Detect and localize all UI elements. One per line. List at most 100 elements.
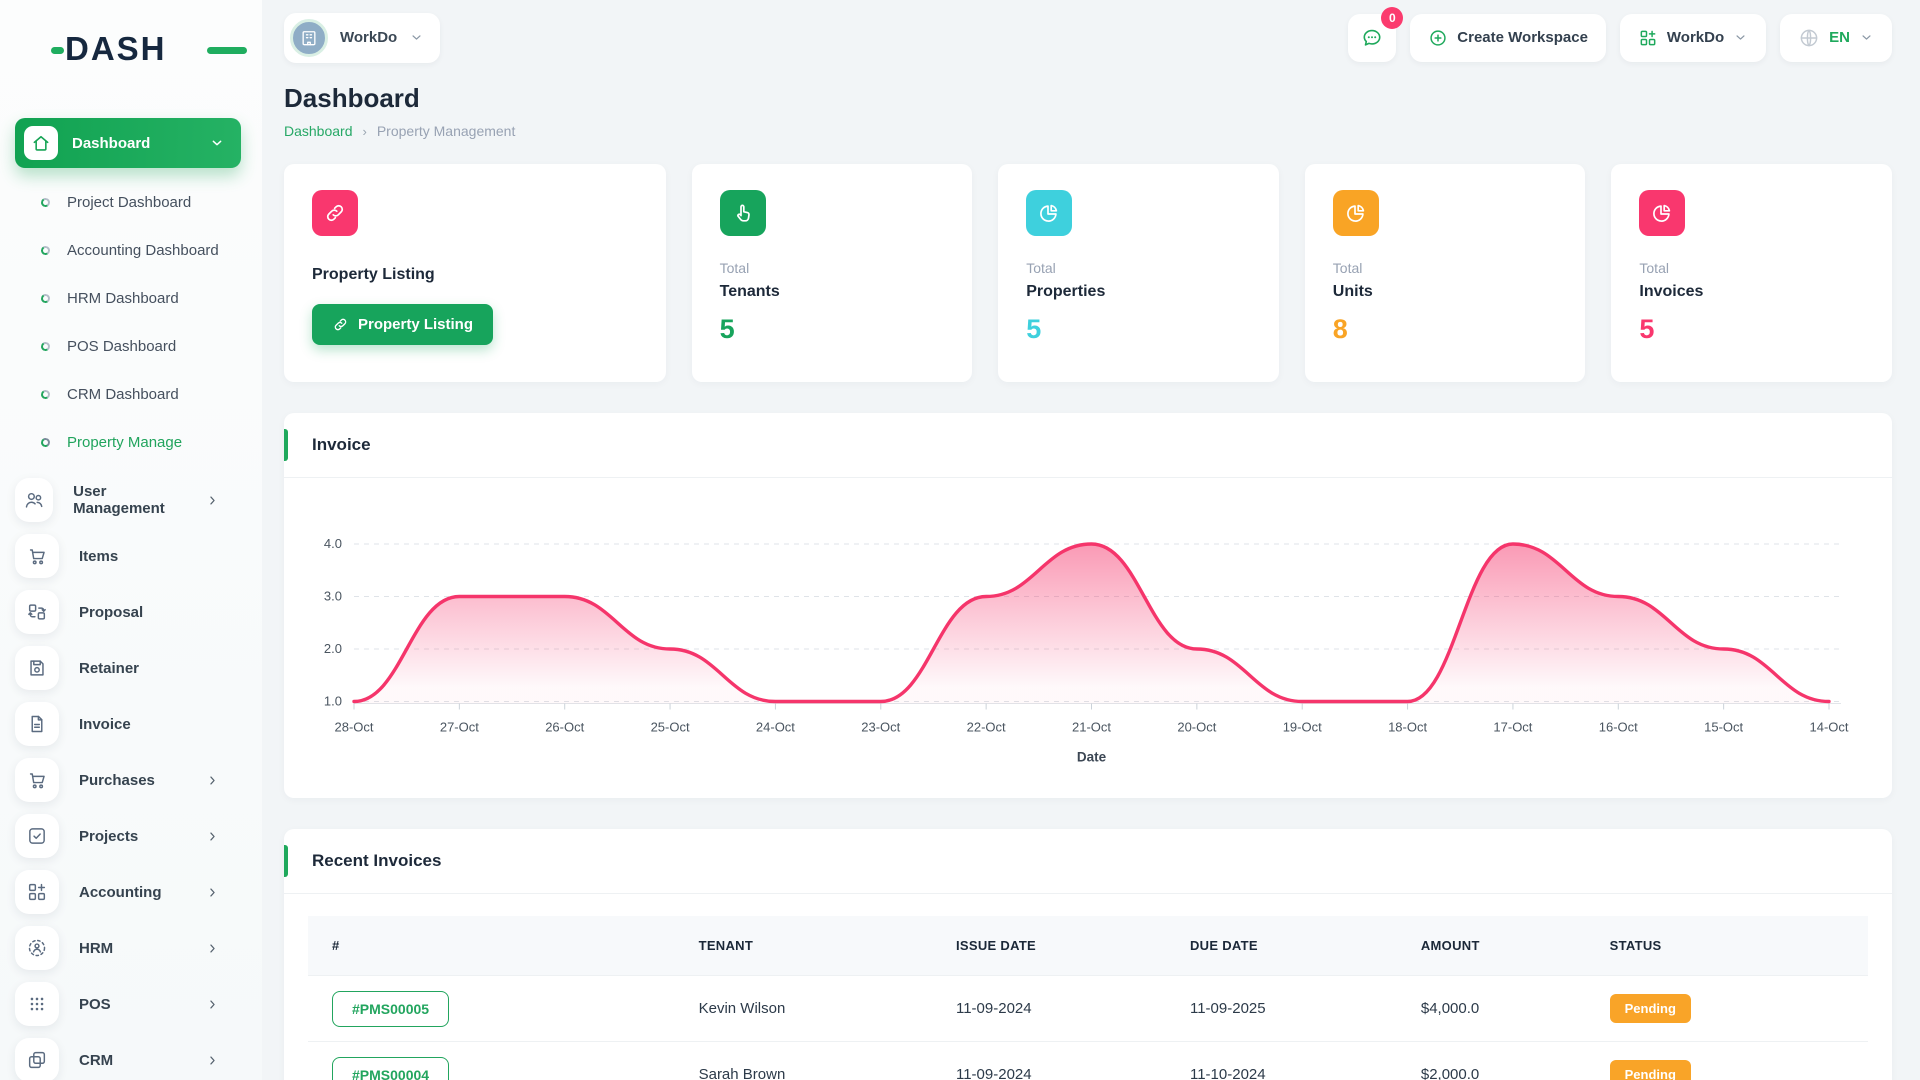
column-header-id: # <box>308 916 675 976</box>
page-title: Dashboard <box>284 83 1892 114</box>
sidebar-item-crm[interactable]: CRM <box>15 1032 262 1080</box>
workspace-name: WorkDo <box>340 29 397 46</box>
person-dashed-icon <box>15 926 59 970</box>
sidebar-item-dashboard[interactable]: Dashboard <box>15 118 241 168</box>
circle-icon <box>40 245 51 256</box>
language-label: EN <box>1829 29 1850 46</box>
recent-invoices-panel: Recent Invoices #TENANTISSUE DATEDUE DAT… <box>284 829 1892 1080</box>
stat-card-invoices: TotalInvoices5 <box>1611 164 1892 382</box>
cell-amount: $2,000.0 <box>1397 1042 1586 1080</box>
workspace-menu-button[interactable]: WorkDo <box>1620 14 1766 62</box>
sidebar-item-projects[interactable]: Projects <box>15 808 262 864</box>
sidebar-item-hrm[interactable]: HRM <box>15 920 262 976</box>
sidebar-item-label: Dashboard <box>72 135 150 152</box>
create-workspace-button[interactable]: Create Workspace <box>1410 14 1606 62</box>
table-row: #PMS00005Kevin Wilson11-09-202411-09-202… <box>308 976 1868 1042</box>
sidebar-item-accounting[interactable]: Accounting <box>15 864 262 920</box>
svg-text:3.0: 3.0 <box>324 589 342 604</box>
chevron-right-icon <box>205 493 220 508</box>
sidebar-item-purchases[interactable]: Purchases <box>15 752 262 808</box>
messages-button[interactable]: 0 <box>1348 14 1396 62</box>
sidebar-item-property-manage[interactable]: Property Manage <box>15 418 262 466</box>
chevron-right-icon <box>205 829 220 844</box>
svg-text:23-Oct: 23-Oct <box>861 720 900 735</box>
sidebar-item-label: Invoice <box>79 716 131 733</box>
sidebar-item-proposal[interactable]: Proposal <box>15 584 262 640</box>
svg-text:26-Oct: 26-Oct <box>545 720 584 735</box>
invoice-chart-title: Invoice <box>312 435 1864 455</box>
chevron-right-icon <box>205 773 220 788</box>
sidebar-item-hrm-dashboard[interactable]: HRM Dashboard <box>15 274 262 322</box>
app-root: DASH Dashboard Project Dashboard Accounti… <box>0 0 1920 1080</box>
sidebar-sub-items: Project Dashboard Accounting Dashboard HRM… <box>15 178 262 466</box>
recent-invoices-table: #TENANTISSUE DATEDUE DATEAMOUNTSTATUS #P… <box>308 916 1868 1080</box>
logo-text: DASH <box>65 30 167 67</box>
svg-text:17-Oct: 17-Oct <box>1493 720 1532 735</box>
svg-text:14-Oct: 14-Oct <box>1809 720 1848 735</box>
stat-card-units: TotalUnits8 <box>1305 164 1586 382</box>
breadcrumb: Dashboard › Property Management <box>284 123 1892 139</box>
sidebar-item-items[interactable]: Items <box>15 528 262 584</box>
sidebar-item-label: Accounting Dashboard <box>67 242 219 259</box>
sidebar-item-user-management[interactable]: User Management <box>15 472 262 528</box>
copy-icon <box>15 1038 59 1080</box>
pie-icon <box>1639 190 1685 236</box>
messages-badge: 0 <box>1381 7 1403 29</box>
cell-due-date: 11-10-2024 <box>1166 1042 1397 1080</box>
sidebar-item-accounting-dashboard[interactable]: Accounting Dashboard <box>15 226 262 274</box>
circle-icon <box>40 389 51 400</box>
globe-icon <box>1798 27 1820 49</box>
app-logo: DASH <box>65 30 235 70</box>
circle-icon <box>40 197 51 208</box>
svg-text:27-Oct: 27-Oct <box>440 720 479 735</box>
chevron-down-icon <box>1859 30 1874 45</box>
main-area: WorkDo 0 Create Workspace WorkDo <box>262 0 1920 1080</box>
chevron-right-icon <box>205 941 220 956</box>
breadcrumb-link-dashboard[interactable]: Dashboard <box>284 123 353 139</box>
sidebar-item-invoice[interactable]: Invoice <box>15 696 262 752</box>
invoice-id-button[interactable]: #PMS00004 <box>332 1057 449 1080</box>
link-icon <box>332 316 349 333</box>
breadcrumb-separator-icon: › <box>363 124 367 139</box>
property-listing-button[interactable]: Property Listing <box>312 304 493 345</box>
stat-cards-row: Property ListingProperty ListingTotalTen… <box>284 164 1892 382</box>
stat-card-value: 8 <box>1333 314 1558 345</box>
chevron-down-icon <box>409 30 424 45</box>
sidebar-item-label: CRM <box>79 1052 113 1069</box>
create-workspace-label: Create Workspace <box>1457 29 1588 46</box>
svg-text:25-Oct: 25-Oct <box>651 720 690 735</box>
language-selector[interactable]: EN <box>1780 14 1892 62</box>
table-row: #PMS00004Sarah Brown11-09-202411-10-2024… <box>308 1042 1868 1080</box>
sidebar-item-label: Property Manage <box>67 434 182 451</box>
stat-card-value: 5 <box>1639 314 1864 345</box>
invoice-id-button[interactable]: #PMS00005 <box>332 991 449 1027</box>
sidebar-item-retainer[interactable]: Retainer <box>15 640 262 696</box>
sidebar-item-pos[interactable]: POS <box>15 976 262 1032</box>
sidebar-item-crm-dashboard[interactable]: CRM Dashboard <box>15 370 262 418</box>
cell-tenant: Kevin Wilson <box>675 976 932 1042</box>
sidebar-item-label: POS Dashboard <box>67 338 176 355</box>
svg-text:18-Oct: 18-Oct <box>1388 720 1427 735</box>
sidebar-item-pos-dashboard[interactable]: POS Dashboard <box>15 322 262 370</box>
sidebar-item-project-dashboard[interactable]: Project Dashboard <box>15 178 262 226</box>
status-badge: Pending <box>1610 1060 1691 1080</box>
workspace-selector[interactable]: WorkDo <box>284 13 440 63</box>
column-header-due-date: DUE DATE <box>1166 916 1397 976</box>
grid-plus-icon <box>15 870 59 914</box>
svg-text:20-Oct: 20-Oct <box>1177 720 1216 735</box>
workspace-menu-label: WorkDo <box>1667 29 1724 46</box>
chevron-right-icon <box>205 885 220 900</box>
swap-icon <box>15 590 59 634</box>
table-header-row: #TENANTISSUE DATEDUE DATEAMOUNTSTATUS <box>308 916 1868 976</box>
cart-icon <box>15 758 59 802</box>
chat-icon <box>1360 26 1384 50</box>
sidebar-item-label: Projects <box>79 828 138 845</box>
stat-card-title: Properties <box>1026 283 1251 301</box>
cell-issue-date: 11-09-2024 <box>932 1042 1166 1080</box>
stat-card-title: Tenants <box>720 283 945 301</box>
workspace-avatar building-icon <box>290 19 328 57</box>
sidebar-item-label: CRM Dashboard <box>67 386 179 403</box>
save-icon <box>15 646 59 690</box>
svg-text:24-Oct: 24-Oct <box>756 720 795 735</box>
stat-card-value: 5 <box>1026 314 1251 345</box>
